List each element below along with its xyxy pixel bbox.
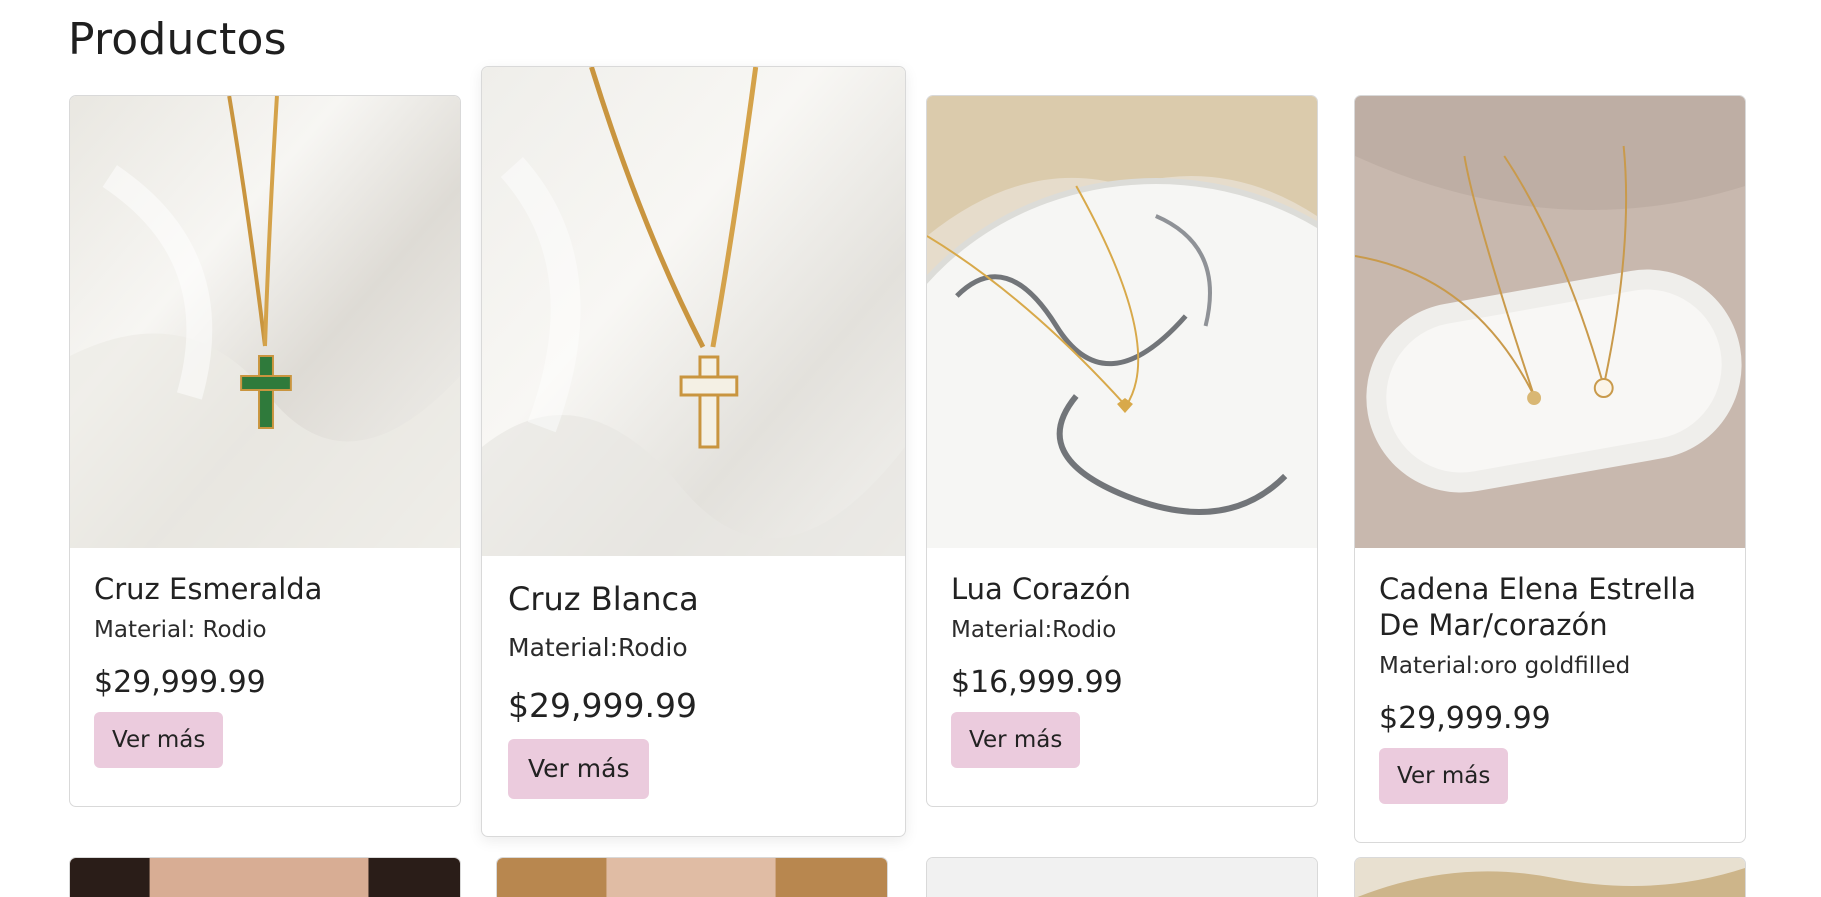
product-card[interactable] xyxy=(926,857,1318,897)
product-card[interactable] xyxy=(69,857,461,897)
product-image[interactable] xyxy=(1355,96,1745,548)
ver-mas-button[interactable]: Ver más xyxy=(508,739,650,799)
product-card[interactable] xyxy=(1354,857,1746,897)
product-name: Lua Corazón xyxy=(951,572,1132,606)
product-material: Material:Rodio xyxy=(951,617,1117,643)
product-price: $29,999.99 xyxy=(94,665,266,700)
product-card[interactable]: Cruz Blanca Material:Rodio $29,999.99 Ve… xyxy=(481,66,906,837)
product-material: Material:oro goldfilled xyxy=(1379,653,1631,679)
product-image[interactable] xyxy=(497,858,887,897)
product-image[interactable] xyxy=(1355,858,1745,897)
ver-mas-button[interactable]: Ver más xyxy=(1379,748,1509,804)
product-image[interactable] xyxy=(70,858,460,897)
product-image[interactable] xyxy=(70,96,460,548)
product-price: $29,999.99 xyxy=(508,686,697,725)
ver-mas-button[interactable]: Ver más xyxy=(94,712,224,768)
product-name: Cruz Blanca xyxy=(508,580,699,618)
product-card[interactable] xyxy=(496,857,888,897)
product-price: $29,999.99 xyxy=(1379,701,1551,736)
product-card[interactable]: Cadena Elena Estrella De Mar/corazón Mat… xyxy=(1354,95,1746,843)
product-image[interactable] xyxy=(927,96,1317,548)
page-title: Productos xyxy=(68,14,287,65)
product-material: Material:Rodio xyxy=(508,633,688,662)
product-name: Cadena Elena Estrella De Mar/corazón xyxy=(1379,572,1697,642)
product-card[interactable]: Lua Corazón Material:Rodio $16,999.99 Ve… xyxy=(926,95,1318,807)
product-card[interactable]: Cruz Esmeralda Material: Rodio $29,999.9… xyxy=(69,95,461,807)
product-price: $16,999.99 xyxy=(951,665,1123,700)
ver-mas-button[interactable]: Ver más xyxy=(951,712,1081,768)
product-material: Material: Rodio xyxy=(94,617,267,643)
product-image[interactable] xyxy=(482,67,905,556)
product-image[interactable] xyxy=(927,858,1317,897)
product-name: Cruz Esmeralda xyxy=(94,572,323,606)
